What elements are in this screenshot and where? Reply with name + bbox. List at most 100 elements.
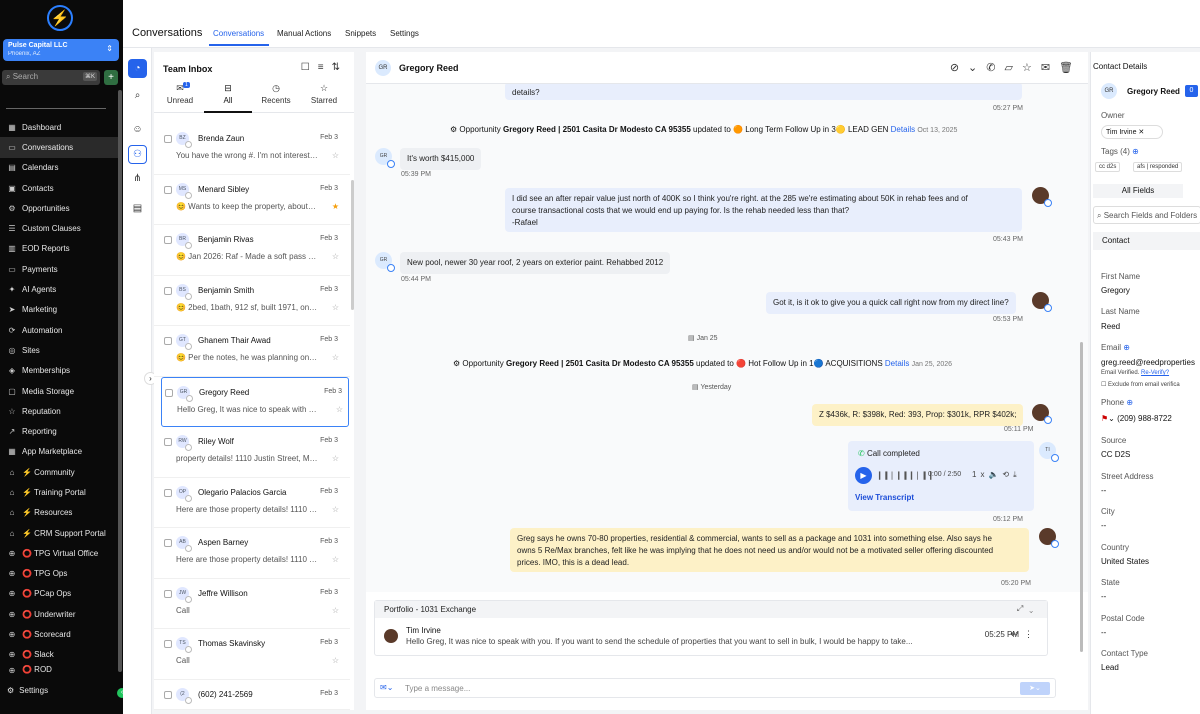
street-field[interactable]: -- <box>1101 486 1106 495</box>
conversation-item[interactable]: JW Jeffre Willison Feb 3 Call ☆ <box>154 579 350 629</box>
conversation-item[interactable]: TS Thomas Skavinsky Feb 3 Call ☆ <box>154 629 350 680</box>
tab-recents[interactable]: ◷ Recents <box>252 83 300 105</box>
tab-manual-actions[interactable]: Manual Actions <box>277 29 331 38</box>
conversation-item[interactable]: (2 (602) 241-2569 Feb 3 <box>154 680 350 710</box>
row-checkbox[interactable] <box>164 488 172 497</box>
star-icon[interactable]: ☆ <box>332 505 339 514</box>
conversation-item[interactable]: RW Riley Wolf Feb 3 property details! 11… <box>154 427 350 478</box>
sidebar-item-settings[interactable]: ⚙ Settings <box>7 686 48 695</box>
message-input[interactable]: Type a message... <box>405 684 470 693</box>
country-field[interactable]: United States <box>1101 557 1149 566</box>
sidebar-scrollbar[interactable] <box>118 90 122 672</box>
sidebar-item-sites[interactable]: ◎ Sites <box>0 340 118 360</box>
phone-icon[interactable]: ✆ <box>986 62 1004 74</box>
sidebar-item-automation[interactable]: ⟳ Automation <box>0 320 118 340</box>
more-icon[interactable]: ⋮ <box>1024 629 1039 639</box>
star-icon[interactable]: ☆ <box>332 353 339 362</box>
remove-owner-icon[interactable]: ✕ <box>1138 129 1144 136</box>
email-thread-card[interactable]: Portfolio - 1031 Exchange ⤢⌄ Tim Irvine H… <box>374 600 1048 656</box>
sidebar-item-custom-clauses[interactable]: ☰ Custom Clauses <box>0 218 118 238</box>
add-email-icon[interactable]: ⊕ <box>1123 343 1130 352</box>
sidebar-item-dashboard[interactable]: ▦ Dashboard <box>0 117 118 137</box>
star-filled-icon[interactable]: ★ <box>332 202 339 211</box>
sidebar-item-resources[interactable]: ⌂ ⚡ Resources <box>0 503 118 523</box>
row-checkbox[interactable] <box>164 286 172 295</box>
row-checkbox[interactable] <box>164 690 172 699</box>
sidebar-item-conversations[interactable]: ▭ Conversations <box>0 137 118 158</box>
star-icon[interactable]: ☆ <box>332 454 339 463</box>
add-tag-icon[interactable]: ⊕ <box>1132 147 1139 156</box>
conversation-item[interactable]: AB Aspen Barney Feb 3 Here are those pro… <box>154 528 350 579</box>
tag-chip[interactable]: cc d2s <box>1095 162 1121 172</box>
team-icon[interactable]: ⚇ <box>128 145 147 164</box>
conversation-item[interactable]: BR Benjamin Rivas Feb 3 😊 Jan 2026: Raf … <box>154 225 350 276</box>
tab-starred[interactable]: ☆ Starred <box>300 83 348 105</box>
sort-icon[interactable]: ⇅ <box>332 62 348 73</box>
sidebar-item-scorecard[interactable]: ⊕ ⭕ Scorecard <box>0 624 118 644</box>
inbox-scrollbar[interactable] <box>351 180 354 310</box>
reverify-link[interactable]: Re-Verify? <box>1141 370 1169 376</box>
row-checkbox[interactable] <box>164 135 172 143</box>
message-composer[interactable]: ✉⌄ Type a message... ➤⌄ <box>374 678 1056 698</box>
details-link[interactable]: Details <box>891 125 915 134</box>
star-icon[interactable]: ☆ <box>332 606 339 615</box>
star-icon[interactable]: ☆ <box>336 405 343 414</box>
row-checkbox[interactable] <box>164 589 172 598</box>
row-checkbox[interactable] <box>164 539 172 547</box>
assign-icon[interactable]: ⊘⌄ <box>950 62 986 74</box>
sidebar-item-reporting[interactable]: ↗ Reporting <box>0 421 118 441</box>
conversation-item[interactable]: BS Benjamin Smith Feb 3 😊 2bed, 1bath, 9… <box>154 276 350 326</box>
star-icon[interactable]: ☆ <box>332 252 339 261</box>
user-icon[interactable]: ☺ <box>128 120 147 139</box>
view-transcript-link[interactable]: View Transcript <box>855 493 914 502</box>
filter-icon[interactable]: ≡ <box>318 62 332 73</box>
tag-chip[interactable]: afs | responded <box>1133 162 1183 172</box>
tab-settings[interactable]: Settings <box>390 29 419 38</box>
playback-speed[interactable]: 1x <box>972 470 988 479</box>
tab-conversations[interactable]: Conversations <box>213 29 264 38</box>
play-button[interactable]: ▶ <box>855 467 872 484</box>
thread-scrollbar[interactable] <box>1080 342 1083 652</box>
city-field[interactable]: -- <box>1101 521 1106 530</box>
owner-chip[interactable]: Tim Irvine ✕ <box>1101 125 1163 139</box>
sidebar-item-community[interactable]: ⌂ ⚡ Community <box>0 462 118 482</box>
expand-collapse-icons[interactable]: ⤢⌄ <box>1017 604 1039 614</box>
all-fields-tab[interactable]: All Fields <box>1093 184 1183 198</box>
sidebar-item-rod[interactable]: ⊕ ⭕ ROD <box>0 665 118 675</box>
postal-field[interactable]: -- <box>1101 628 1106 637</box>
conversation-item-selected[interactable]: GR Gregory Reed Feb 3 Hello Greg, It was… <box>161 376 349 427</box>
folder-icon[interactable]: ▱ <box>1004 62 1021 74</box>
sidebar-item-slack[interactable]: ⊕ ⭕ Slack <box>0 645 118 665</box>
conversation-item[interactable]: MS Menard Sibley Feb 3 😊 Wants to keep t… <box>154 175 350 225</box>
sidebar-item-underwriter[interactable]: ⊕ ⭕ Underwriter <box>0 604 118 624</box>
select-all-checkbox[interactable]: ☐ <box>301 62 318 73</box>
trash-icon[interactable]: 🗑 <box>1059 62 1082 74</box>
tab-unread[interactable]: ✉ 1 Unread <box>156 82 204 105</box>
calendar-icon[interactable]: ▤ <box>128 199 147 218</box>
row-checkbox[interactable] <box>164 438 172 446</box>
search-fields-input[interactable]: ⌕ Search Fields and Folders <box>1093 206 1200 224</box>
sidebar-item-payments[interactable]: ▭ Payments <box>0 259 118 279</box>
contact-type-field[interactable]: Lead <box>1101 663 1119 672</box>
row-checkbox[interactable] <box>164 236 172 244</box>
sidebar-item-app-marketplace[interactable]: ▦ App Marketplace <box>0 442 118 462</box>
conversation-item[interactable]: GT Ghanem Thair Awad Feb 3 😊 Per the not… <box>154 326 350 377</box>
sidebar-item-marketing[interactable]: ➤ Marketing <box>0 300 118 320</box>
sidebar-item-contacts[interactable]: ▣ Contacts <box>0 178 118 198</box>
chevron-down-icon[interactable]: ⌄ <box>1108 414 1117 423</box>
channel-selector-icon[interactable]: ✉⌄ <box>380 683 393 692</box>
row-checkbox[interactable] <box>164 185 172 194</box>
add-phone-icon[interactable]: ⊕ <box>1126 398 1133 407</box>
sidebar-item-memberships[interactable]: ◈ Memberships <box>0 361 118 381</box>
network-icon[interactable]: ⋔ <box>128 169 147 188</box>
volume-icon[interactable]: 🔈 <box>988 470 1002 479</box>
first-name-field[interactable]: Gregory <box>1101 286 1130 295</box>
source-field[interactable]: CC D2S <box>1101 450 1130 459</box>
lightning-logo-icon[interactable]: ⚡ <box>47 5 73 31</box>
phone-field[interactable]: ⚑⌄ (209) 988-8722 <box>1101 414 1172 423</box>
row-checkbox[interactable] <box>164 337 172 345</box>
sidebar-item-ai-agents[interactable]: ✦ AI Agents <box>0 279 118 299</box>
chat-bubble-icon[interactable]: ◔ <box>128 59 147 78</box>
sidebar-item-pcap-ops[interactable]: ⊕ ⭕ PCap Ops <box>0 584 118 604</box>
sidebar-item-opportunities[interactable]: ⚙ Opportunities <box>0 198 118 218</box>
